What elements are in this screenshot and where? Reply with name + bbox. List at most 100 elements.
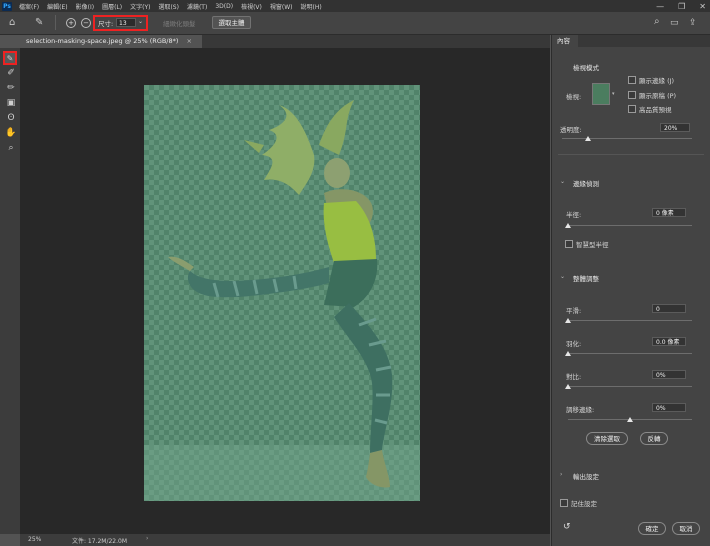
- remember-settings-checkbox[interactable]: [560, 499, 568, 507]
- close-icon[interactable]: ✕: [699, 2, 706, 11]
- dancer-figure: [168, 100, 393, 488]
- tools-panel: ✎ ✐ ✏ ▣ ʘ ✋ ⌕: [0, 48, 21, 534]
- add-mode-icon[interactable]: +: [66, 18, 76, 28]
- options-divider: [55, 15, 56, 30]
- select-subject-button[interactable]: 選取主體: [212, 16, 251, 29]
- contrast-label: 對比:: [566, 373, 582, 381]
- object-selection-tool[interactable]: ▣: [5, 97, 17, 109]
- hand-tool[interactable]: ✋: [5, 127, 17, 139]
- brush-tool[interactable]: ✏: [5, 82, 17, 94]
- document-tab-bar: selection-masking-space.jpeg @ 25% (RGB/…: [20, 35, 550, 48]
- menu-select[interactable]: 選取(S): [154, 2, 183, 11]
- options-bar: ⌂ ✎ + − 尺寸: 13 ⌄ 細緻化頭髮 選取主體 ⌕ ▭ ⇪: [0, 12, 710, 35]
- size-input[interactable]: 13: [116, 18, 136, 27]
- show-original-label: 顯示原稿 (P): [639, 92, 677, 100]
- radius-input[interactable]: 0 像素: [652, 208, 686, 217]
- document-image[interactable]: [144, 85, 420, 501]
- restore-icon[interactable]: ❐: [678, 2, 685, 11]
- workspace-icon[interactable]: ▭: [670, 17, 679, 29]
- status-arrow-icon[interactable]: ›: [146, 535, 148, 542]
- menu-edit[interactable]: 編輯(E): [43, 2, 71, 11]
- view-mode-heading: 檢視模式: [573, 64, 599, 72]
- output-settings-chevron-icon[interactable]: ›: [560, 471, 562, 478]
- radius-slider-thumb[interactable]: [565, 223, 571, 228]
- lasso-tool[interactable]: ʘ: [5, 112, 17, 124]
- show-edge-label: 顯示邊緣 (J): [639, 77, 675, 85]
- minimize-icon[interactable]: —: [656, 2, 664, 11]
- document-size: 文件: 17.2M/22.0M: [72, 538, 128, 545]
- output-settings-heading[interactable]: 輸出設定: [573, 471, 599, 481]
- feather-label: 羽化:: [566, 340, 582, 348]
- tab-close-icon[interactable]: ×: [187, 37, 192, 45]
- show-edge-checkbox[interactable]: [628, 76, 636, 84]
- document-tab-title: selection-masking-space.jpeg @ 25% (RGB/…: [26, 37, 179, 45]
- refine-edge-brush-tool[interactable]: ✐: [5, 67, 17, 79]
- feather-input[interactable]: 0.0 像素: [652, 337, 686, 346]
- properties-panel: 內容 檢視模式 檢視: ▾ 顯示邊緣 (J) 顯示原稿 (P) 高品質預視 透明…: [551, 35, 710, 546]
- cancel-button[interactable]: 取消: [672, 522, 700, 535]
- smooth-slider-track[interactable]: [568, 320, 692, 321]
- high-quality-checkbox[interactable]: [628, 105, 636, 113]
- menu-layer[interactable]: 圖層(L): [98, 2, 126, 11]
- smooth-input[interactable]: 0: [652, 304, 686, 313]
- menu-filter[interactable]: 濾鏡(T): [183, 2, 211, 11]
- menu-help[interactable]: 說明(H): [297, 2, 326, 11]
- quick-selection-tool[interactable]: ✎: [3, 51, 17, 65]
- shift-edge-label: 調移邊緣:: [566, 406, 595, 414]
- view-label: 檢視:: [566, 93, 582, 101]
- shift-edge-slider-thumb[interactable]: [627, 417, 633, 422]
- size-dropdown-icon[interactable]: ⌄: [138, 18, 143, 25]
- view-dropdown-icon[interactable]: ▾: [612, 91, 615, 97]
- menu-view[interactable]: 檢視(V): [237, 2, 266, 11]
- high-quality-label: 高品質預視: [639, 106, 672, 114]
- clear-selection-button[interactable]: 清除選取: [586, 432, 628, 445]
- smooth-slider-thumb[interactable]: [565, 318, 571, 323]
- section-divider: [558, 154, 704, 155]
- tab-properties[interactable]: 內容: [552, 35, 578, 47]
- opacity-slider-thumb[interactable]: [585, 136, 591, 141]
- refine-hair-button[interactable]: 細緻化頭髮: [163, 18, 196, 28]
- menu-image[interactable]: 影像(I): [72, 2, 98, 11]
- menu-file[interactable]: 檔案(F): [15, 2, 43, 11]
- global-refinements-heading[interactable]: 整體調整: [573, 273, 599, 283]
- feather-slider-thumb[interactable]: [565, 351, 571, 356]
- canvas-area[interactable]: [20, 48, 550, 534]
- menu-window[interactable]: 視窗(W): [266, 2, 297, 11]
- shift-edge-input[interactable]: 0%: [652, 403, 686, 412]
- ok-button[interactable]: 確定: [638, 522, 666, 535]
- smart-radius-label: 智慧型半徑: [576, 241, 609, 249]
- menu-bar: Ps 檔案(F) 編輯(E) 影像(I) 圖層(L) 文字(Y) 選取(S) 濾…: [0, 0, 710, 12]
- show-original-checkbox[interactable]: [628, 91, 636, 99]
- panel-tab-bar: 內容: [552, 35, 710, 47]
- opacity-input[interactable]: 20%: [660, 123, 690, 132]
- opacity-slider-track[interactable]: [562, 138, 692, 139]
- remember-settings-label: 記住設定: [571, 500, 597, 508]
- opacity-label: 透明度:: [560, 126, 582, 134]
- subtract-mode-icon[interactable]: −: [81, 18, 91, 28]
- home-icon[interactable]: ⌂: [9, 17, 15, 29]
- brush-preset-icon[interactable]: ✎: [35, 17, 43, 29]
- menu-3d[interactable]: 3D(D): [211, 3, 237, 10]
- zoom-tool[interactable]: ⌕: [5, 142, 17, 154]
- radius-slider-track[interactable]: [568, 225, 692, 226]
- contrast-slider-thumb[interactable]: [565, 384, 571, 389]
- edge-detection-heading[interactable]: 邊緣偵測: [573, 178, 599, 188]
- share-icon[interactable]: ⇪: [689, 17, 697, 29]
- search-icon[interactable]: ⌕: [654, 16, 660, 28]
- view-mode-thumbnail[interactable]: [592, 83, 610, 105]
- zoom-level[interactable]: 25%: [28, 536, 41, 543]
- photoshop-logo[interactable]: Ps: [2, 1, 12, 11]
- window-controls: — ❐ ✕: [656, 0, 706, 12]
- smart-radius-checkbox[interactable]: [565, 240, 573, 248]
- menu-type[interactable]: 文字(Y): [126, 2, 154, 11]
- smooth-label: 平滑:: [566, 307, 582, 315]
- edge-detection-chevron-icon[interactable]: ⌄: [560, 178, 565, 185]
- radius-label: 半徑:: [566, 211, 582, 219]
- contrast-input[interactable]: 0%: [652, 370, 686, 379]
- feather-slider-track[interactable]: [568, 353, 692, 354]
- invert-button[interactable]: 反轉: [640, 432, 668, 445]
- document-tab[interactable]: selection-masking-space.jpeg @ 25% (RGB/…: [20, 35, 202, 48]
- reset-icon[interactable]: ↺: [563, 522, 571, 532]
- global-refinements-chevron-icon[interactable]: ⌄: [560, 273, 565, 280]
- contrast-slider-track[interactable]: [568, 386, 692, 387]
